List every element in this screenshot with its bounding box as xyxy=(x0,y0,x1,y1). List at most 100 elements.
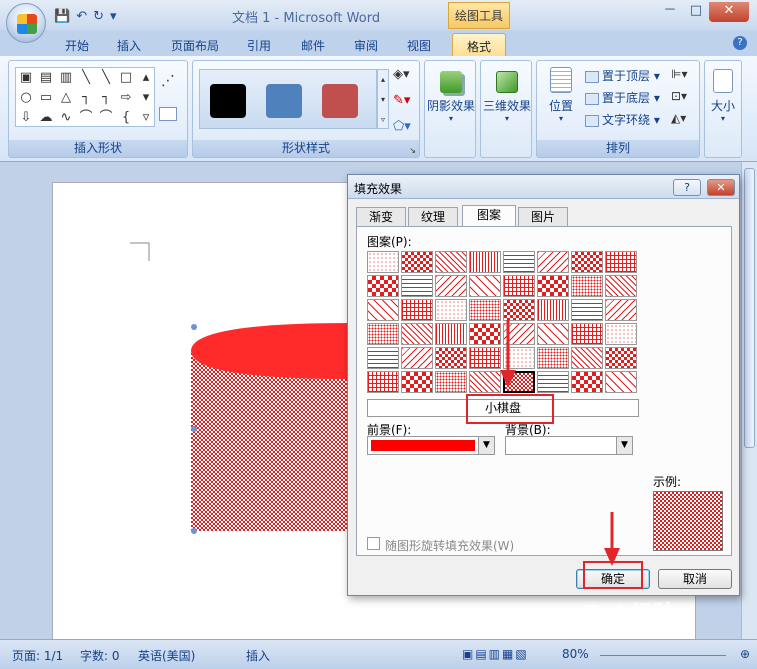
dialog-launcher-icon[interactable]: ↘ xyxy=(409,146,416,155)
text-wrap-button[interactable]: 文字环绕 ▾ xyxy=(585,111,660,128)
pattern-swatch[interactable] xyxy=(435,275,467,297)
pattern-swatch[interactable] xyxy=(367,323,399,345)
tab-page-layout[interactable]: 页面布局 xyxy=(164,33,226,56)
pattern-swatch[interactable] xyxy=(605,347,637,369)
tab-format[interactable]: 格式 xyxy=(452,33,506,56)
office-button[interactable] xyxy=(6,3,46,43)
pattern-swatch[interactable] xyxy=(367,275,399,297)
pattern-swatch[interactable] xyxy=(435,347,467,369)
shape-right-arrow-icon[interactable]: ⇨ xyxy=(116,88,136,108)
pattern-swatch[interactable] xyxy=(367,299,399,321)
shape-styles-gallery[interactable] xyxy=(199,69,377,129)
pattern-swatch[interactable] xyxy=(503,275,535,297)
textbox-icon[interactable] xyxy=(159,107,177,121)
edit-shape-icon[interactable]: ⋰ xyxy=(161,73,175,89)
vertical-scrollbar[interactable] xyxy=(741,162,757,639)
pattern-swatch[interactable] xyxy=(401,299,433,321)
change-shape-icon[interactable]: ⬠▾ xyxy=(393,119,411,134)
pattern-swatch[interactable] xyxy=(435,371,467,393)
style-swatch-red[interactable] xyxy=(322,84,358,118)
shape-brace-icon[interactable]: { xyxy=(116,108,136,128)
shapes-scroll-down-icon[interactable]: ▾ xyxy=(136,88,156,108)
shape-arc-icon[interactable]: ⌒ xyxy=(76,108,96,128)
shape-outline-icon[interactable]: ✎▾ xyxy=(393,93,410,108)
shape-arc-2-icon[interactable]: ⌒ xyxy=(96,108,116,128)
tab-view[interactable]: 视图 xyxy=(398,33,440,56)
pattern-swatch[interactable] xyxy=(537,299,569,321)
dialog-close-button[interactable]: ✕ xyxy=(707,179,735,196)
minimize-button[interactable]: － xyxy=(657,2,683,22)
shape-connector-icon[interactable]: ┐ xyxy=(76,88,96,108)
status-insert-mode[interactable]: 插入 xyxy=(246,647,270,664)
selection-handle-bottom[interactable] xyxy=(191,528,197,534)
dialog-tab-pattern[interactable]: 图案 xyxy=(462,205,516,227)
shape-textbox-icon[interactable]: ▣ xyxy=(16,68,36,88)
customize-qat-icon[interactable]: ▾ xyxy=(110,9,117,24)
cancel-button[interactable]: 取消 xyxy=(658,569,732,589)
size-button[interactable]: 大小 ▾ xyxy=(705,65,741,123)
scrollbar-thumb[interactable] xyxy=(744,168,755,448)
zoom-slider-track[interactable] xyxy=(600,655,726,656)
shape-textbox-2-icon[interactable]: ▤ xyxy=(36,68,56,88)
pattern-swatch[interactable] xyxy=(605,251,637,273)
pattern-swatch[interactable] xyxy=(401,323,433,345)
pattern-swatch[interactable] xyxy=(503,251,535,273)
shape-triangle-icon[interactable]: △ xyxy=(56,88,76,108)
pattern-swatch[interactable] xyxy=(469,275,501,297)
pattern-swatch[interactable] xyxy=(571,371,603,393)
pattern-swatch[interactable] xyxy=(367,251,399,273)
pattern-swatch[interactable] xyxy=(367,371,399,393)
shape-rectangle-icon[interactable]: □ xyxy=(116,68,136,88)
shape-arrow-line-icon[interactable]: ╲ xyxy=(96,68,116,88)
pattern-swatch[interactable] xyxy=(571,347,603,369)
save-icon[interactable]: 💾 xyxy=(54,9,70,24)
pattern-swatch[interactable] xyxy=(605,323,637,345)
dialog-tab-gradient[interactable]: 渐变 xyxy=(356,207,406,226)
pattern-swatch[interactable] xyxy=(435,323,467,345)
help-icon[interactable]: ? xyxy=(733,36,747,50)
3d-effects-button[interactable]: 三维效果 ▾ xyxy=(483,65,531,123)
shape-rounded-rect-icon[interactable]: ▭ xyxy=(36,88,56,108)
close-window-button[interactable]: ✕ xyxy=(709,2,749,22)
dialog-tab-texture[interactable]: 纹理 xyxy=(408,207,458,226)
position-button[interactable]: 位置 ▾ xyxy=(541,65,581,123)
style-swatch-black[interactable] xyxy=(210,84,246,118)
pattern-swatch[interactable] xyxy=(401,251,433,273)
align-icon[interactable]: ⊫▾ xyxy=(671,67,687,81)
tab-home[interactable]: 开始 xyxy=(56,33,98,56)
undo-icon[interactable]: ↶ xyxy=(76,9,87,24)
bring-to-front-button[interactable]: 置于顶层 ▾ xyxy=(585,67,660,84)
shape-fill-icon[interactable]: ◈▾ xyxy=(393,67,410,82)
pattern-swatch[interactable] xyxy=(469,299,501,321)
pattern-swatch[interactable] xyxy=(401,347,433,369)
status-words[interactable]: 字数: 0 xyxy=(80,647,120,664)
pattern-swatch[interactable] xyxy=(537,251,569,273)
tab-review[interactable]: 审阅 xyxy=(345,33,387,56)
zoom-level[interactable]: 80% xyxy=(562,647,589,661)
pattern-swatch[interactable] xyxy=(571,323,603,345)
pattern-swatch[interactable] xyxy=(537,347,569,369)
shape-oval-icon[interactable]: ○ xyxy=(16,88,36,108)
styles-gallery-scroll[interactable]: ▴ ▾ ▿ xyxy=(377,69,389,129)
pattern-swatch[interactable] xyxy=(605,275,637,297)
style-swatch-blue[interactable] xyxy=(266,84,302,118)
background-dropdown-icon[interactable]: ▼ xyxy=(616,437,632,454)
foreground-color-select[interactable]: ▼ xyxy=(367,436,495,455)
shape-cloud-icon[interactable]: ☁ xyxy=(36,108,56,128)
pattern-swatch[interactable] xyxy=(605,299,637,321)
shadow-effects-button[interactable]: 阴影效果 ▾ xyxy=(427,65,475,123)
shape-connector-2-icon[interactable]: ┐ xyxy=(96,88,116,108)
send-to-back-button[interactable]: 置于底层 ▾ xyxy=(585,89,660,106)
shape-wave-icon[interactable]: ∿ xyxy=(56,108,76,128)
maximize-button[interactable]: □ xyxy=(683,2,709,22)
background-color-select[interactable]: ▼ xyxy=(505,436,633,455)
pattern-swatch[interactable] xyxy=(435,251,467,273)
zoom-in-icon[interactable]: ⊕ xyxy=(740,647,750,661)
pattern-swatch[interactable] xyxy=(571,299,603,321)
pattern-swatch[interactable] xyxy=(605,371,637,393)
view-buttons[interactable]: ▣▤▥▦▧ xyxy=(462,647,529,661)
dialog-help-button[interactable]: ? xyxy=(673,179,701,196)
status-language[interactable]: 英语(美国) xyxy=(138,647,195,664)
status-page[interactable]: 页面: 1/1 xyxy=(12,647,63,664)
group-objects-icon[interactable]: ⊡▾ xyxy=(671,89,687,103)
